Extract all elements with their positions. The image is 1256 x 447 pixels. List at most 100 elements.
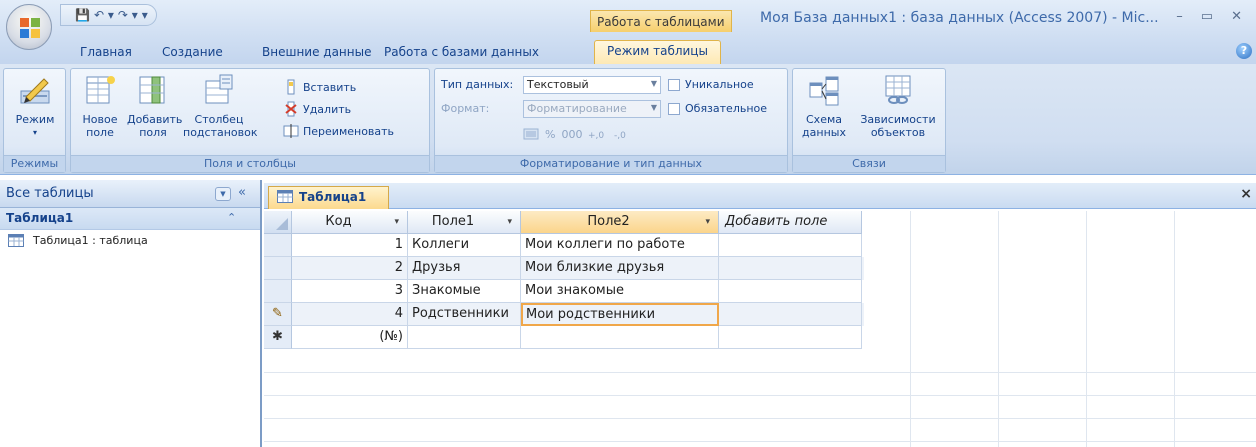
relationships-button[interactable]: Схема данных bbox=[799, 73, 849, 139]
group-label-format-datatype: Форматирование и тип данных bbox=[435, 155, 787, 172]
chevron-down-icon[interactable]: ▾ bbox=[507, 211, 512, 233]
currency-format-icon[interactable] bbox=[523, 127, 539, 141]
undo-icon[interactable]: ↶ ▾ bbox=[94, 8, 114, 22]
cell-id[interactable]: 4 bbox=[292, 303, 408, 326]
restore-button[interactable]: ▭ bbox=[1201, 9, 1213, 24]
grid-line bbox=[264, 395, 1256, 396]
customize-qat-icon[interactable]: ▾ bbox=[142, 8, 148, 22]
chevron-down-icon: ▼ bbox=[650, 103, 657, 112]
table-row[interactable]: 2 Друзья Мои близкие друзья bbox=[264, 257, 864, 280]
rename-column-icon bbox=[283, 124, 299, 138]
percent-format-button[interactable]: % bbox=[545, 128, 555, 141]
cell-add-field[interactable] bbox=[719, 280, 862, 303]
nav-group-header[interactable]: Таблица1 ⌃ bbox=[0, 208, 260, 230]
insert-column-label: Вставить bbox=[303, 80, 357, 94]
add-fields-label: Добавить поля bbox=[127, 113, 183, 139]
column-header-field2[interactable]: Поле2 ▾ bbox=[521, 211, 719, 234]
cell-field2[interactable]: Мои знакомые bbox=[521, 280, 719, 303]
redo-icon[interactable]: ↷ ▾ bbox=[118, 8, 138, 22]
cell-add-field[interactable] bbox=[719, 234, 862, 257]
format-label: Формат: bbox=[441, 102, 490, 115]
nav-pane-collapse-icon[interactable]: « bbox=[238, 185, 246, 200]
table-row[interactable]: 1 Коллеги Мои коллеги по работе bbox=[264, 234, 864, 257]
datatype-select[interactable]: Текстовый ▼ bbox=[523, 76, 661, 94]
row-selector[interactable] bbox=[264, 280, 292, 303]
cell-add-field[interactable] bbox=[719, 326, 862, 349]
new-record-icon[interactable]: ✱ bbox=[264, 326, 292, 349]
unique-label: Уникальное bbox=[685, 78, 754, 91]
cell-field1[interactable]: Родственники bbox=[408, 303, 521, 326]
delete-column-button[interactable]: Удалить bbox=[283, 101, 351, 117]
close-window-button[interactable]: ✕ bbox=[1231, 9, 1242, 24]
add-fields-icon bbox=[139, 76, 165, 104]
table-row[interactable]: 3 Знакомые Мои знакомые bbox=[264, 280, 864, 303]
required-label: Обязательное bbox=[685, 102, 768, 115]
tab-datasheet[interactable]: Режим таблицы bbox=[594, 40, 721, 64]
delete-column-icon bbox=[285, 101, 297, 117]
view-button[interactable]: Режим ▾ bbox=[8, 73, 62, 139]
cell-id[interactable]: 1 bbox=[292, 234, 408, 257]
window-controls: – ▭ ✕ bbox=[1176, 9, 1242, 24]
cell-id[interactable]: 3 bbox=[292, 280, 408, 303]
add-fields-button[interactable]: Добавить поля bbox=[127, 73, 183, 139]
rename-column-button[interactable]: Переименовать bbox=[283, 123, 394, 139]
new-record-row[interactable]: ✱ (№) bbox=[264, 326, 864, 349]
document-tab-table1[interactable]: Таблица1 bbox=[268, 186, 390, 209]
unique-checkbox[interactable] bbox=[668, 79, 680, 91]
object-dependencies-button[interactable]: Зависимости объектов bbox=[855, 73, 941, 139]
format-select[interactable]: Форматирование ▼ bbox=[523, 100, 661, 118]
nav-group-title: Таблица1 bbox=[6, 211, 74, 225]
office-button[interactable] bbox=[6, 4, 52, 50]
window-title: Моя База данных1 : база данных (Access 2… bbox=[760, 10, 1159, 26]
column-header-field1[interactable]: Поле1 ▾ bbox=[408, 211, 521, 234]
column-header-add-field[interactable]: Добавить поле bbox=[719, 211, 862, 234]
number-format-buttons: % 000 +,0 -,0 bbox=[523, 125, 634, 143]
tab-create[interactable]: Создание bbox=[162, 45, 223, 59]
cell-field1[interactable]: Друзья bbox=[408, 257, 521, 280]
thousands-format-button[interactable]: 000 bbox=[561, 128, 582, 141]
help-icon[interactable]: ? bbox=[1236, 43, 1252, 59]
row-selector[interactable] bbox=[264, 257, 292, 280]
nav-item-label: Таблица1 : таблица bbox=[33, 234, 148, 247]
save-icon[interactable]: 💾 bbox=[75, 8, 90, 22]
nav-pane-dropdown-icon[interactable]: ▼ bbox=[215, 187, 231, 201]
datatype-label: Тип данных: bbox=[441, 78, 514, 91]
tab-database-tools[interactable]: Работа с базами данных bbox=[384, 45, 539, 59]
tab-external-data[interactable]: Внешние данные bbox=[262, 45, 371, 59]
select-all-corner[interactable] bbox=[264, 211, 292, 234]
cell-field1[interactable]: Знакомые bbox=[408, 280, 521, 303]
close-document-icon[interactable]: × bbox=[1240, 186, 1252, 202]
cell-field1[interactable] bbox=[408, 326, 521, 349]
required-checkbox[interactable] bbox=[668, 103, 680, 115]
group-format-datatype: Тип данных: Текстовый ▼ Уникальное Форма… bbox=[434, 68, 788, 173]
decrease-decimals-icon[interactable]: -,0 bbox=[614, 127, 634, 141]
chevron-up-icon[interactable]: ⌃ bbox=[227, 211, 236, 224]
increase-decimals-icon[interactable]: +,0 bbox=[588, 127, 608, 141]
cell-field2[interactable] bbox=[521, 326, 719, 349]
lookup-column-button[interactable]: Столбец подстановок bbox=[183, 73, 258, 139]
cell-add-field[interactable] bbox=[719, 257, 862, 280]
cell-add-field[interactable] bbox=[719, 303, 862, 326]
minimize-button[interactable]: – bbox=[1176, 9, 1183, 24]
cell-field2-active[interactable]: Мои родственники bbox=[521, 303, 719, 326]
cell-field1[interactable]: Коллеги bbox=[408, 234, 521, 257]
column-header-id[interactable]: Код ▾ bbox=[292, 211, 408, 234]
cell-field2[interactable]: Мои коллеги по работе bbox=[521, 234, 719, 257]
office-logo-icon bbox=[20, 18, 40, 38]
new-field-label: Новое поле bbox=[82, 113, 118, 139]
cell-field2[interactable]: Мои близкие друзья bbox=[521, 257, 719, 280]
group-relationships: Схема данных Зависимости объектов Связи bbox=[792, 68, 946, 173]
cell-id[interactable]: 2 bbox=[292, 257, 408, 280]
row-selector[interactable] bbox=[264, 234, 292, 257]
insert-column-button[interactable]: Вставить bbox=[283, 79, 356, 95]
nav-pane-header[interactable]: Все таблицы ▼ « bbox=[0, 180, 260, 208]
column-header-label: Поле2 bbox=[587, 214, 630, 229]
chevron-down-icon[interactable]: ▾ bbox=[705, 211, 710, 233]
pencil-icon[interactable]: ✎ bbox=[264, 303, 292, 326]
chevron-down-icon[interactable]: ▾ bbox=[394, 211, 399, 233]
nav-item-table1[interactable]: Таблица1 : таблица bbox=[0, 230, 260, 252]
new-field-button[interactable]: Новое поле bbox=[77, 73, 123, 139]
table-row-editing[interactable]: ✎ 4 Родственники Мои родственники bbox=[264, 303, 864, 326]
cell-id-new[interactable]: (№) bbox=[292, 326, 408, 349]
tab-home[interactable]: Главная bbox=[80, 45, 132, 59]
